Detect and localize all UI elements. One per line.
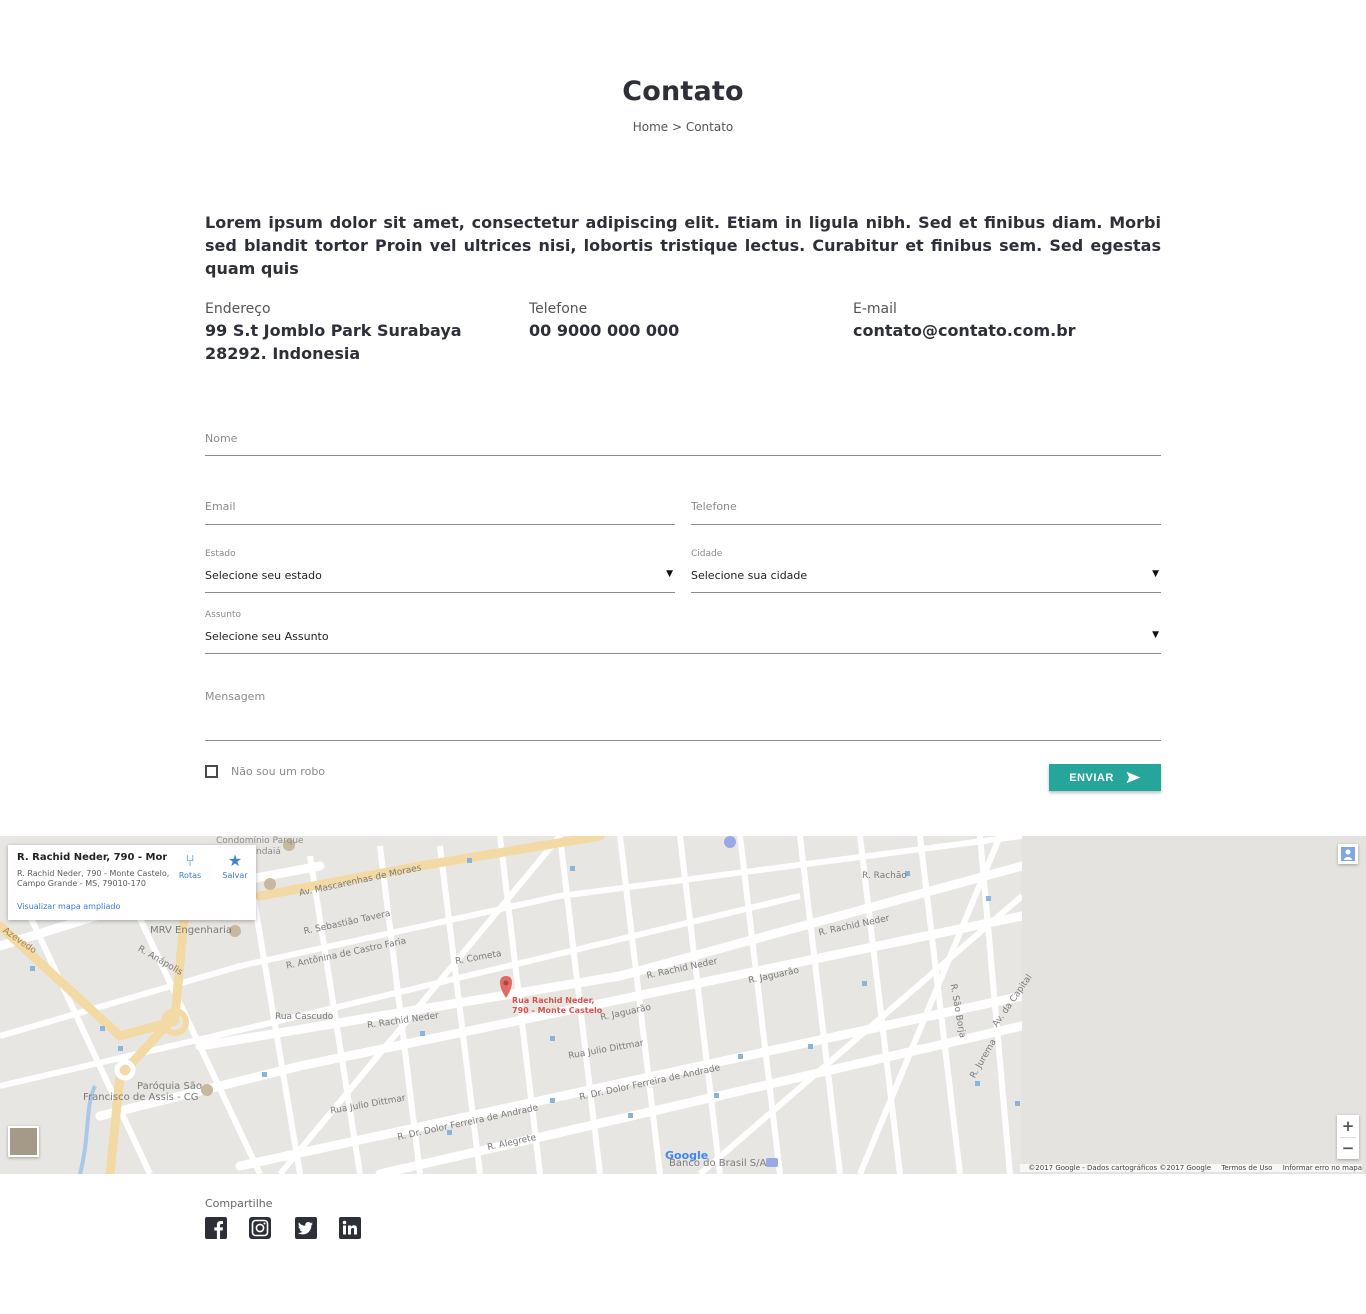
- terms-link[interactable]: Termos de Uso: [1221, 1164, 1272, 1172]
- city-value: Selecione sua cidade: [691, 569, 808, 582]
- state-value: Selecione seu estado: [205, 569, 322, 582]
- directions-icon: ⑂: [185, 851, 195, 870]
- state-select[interactable]: Estado Selecione seu estado ▼: [205, 549, 675, 593]
- map-place-card: R. Rachid Neder, 790 - Monte ... R. Rach…: [8, 845, 256, 920]
- email-placeholder: Email: [205, 500, 236, 513]
- twitter-icon[interactable]: [295, 1217, 317, 1239]
- address-label: Endereço: [205, 301, 271, 317]
- name-placeholder: Nome: [205, 432, 238, 445]
- map-label: Francisco de Assis - CG: [83, 1092, 199, 1103]
- map[interactable]: Condomínio Parque ndaiá Av. Mascarenhas …: [0, 836, 1366, 1174]
- attribution-text: ©2017 Google - Dados cartográficos ©2017…: [1028, 1164, 1212, 1172]
- name-field[interactable]: Nome: [205, 430, 1161, 456]
- map-label: Paróquia São: [137, 1081, 203, 1092]
- phone-placeholder: Telefone: [691, 500, 737, 513]
- satellite-toggle[interactable]: [8, 1126, 39, 1157]
- phone-label: Telefone: [529, 301, 588, 317]
- directions-button[interactable]: ⑂ Rotas: [170, 851, 210, 880]
- pin-label: Rua Rachid Neder, 790 - Monte Castelo: [512, 996, 602, 1016]
- subject-select[interactable]: Assunto Selecione seu Assunto ▼: [205, 610, 1161, 654]
- message-placeholder: Mensagem: [205, 690, 266, 703]
- captcha-checkbox[interactable]: Não sou um robo: [205, 765, 325, 778]
- phone-info: Telefone 00 9000 000 000: [529, 301, 829, 342]
- zoom-divider: [1340, 1137, 1356, 1138]
- map-label: ndaiá: [256, 847, 281, 857]
- page-title: Contato: [622, 76, 744, 107]
- linkedin-icon[interactable]: [339, 1217, 361, 1239]
- phone-field[interactable]: Telefone: [691, 498, 1161, 525]
- map-label: MRV Engenharia: [150, 925, 233, 936]
- map-label: Rua Cascudo: [275, 1012, 334, 1022]
- report-link[interactable]: Informar erro no mapa: [1283, 1164, 1362, 1172]
- share-label: Compartilhe: [205, 1197, 273, 1210]
- view-larger-map-link[interactable]: Visualizar mapa ampliado: [17, 902, 120, 911]
- place-address: R. Rachid Neder, 790 - Monte Castelo, Ca…: [17, 869, 170, 888]
- message-field[interactable]: Mensagem: [205, 688, 1161, 741]
- state-label: Estado: [205, 549, 236, 559]
- map-attribution: ©2017 Google - Dados cartográficos ©2017…: [1020, 1164, 1362, 1172]
- star-icon: ★: [227, 851, 243, 870]
- chevron-down-icon: ▼: [1152, 569, 1159, 579]
- send-label: ENVIAR: [1069, 771, 1114, 784]
- place-title: R. Rachid Neder, 790 - Monte ...: [17, 852, 167, 863]
- save-label: Salvar: [222, 871, 248, 880]
- map-label: R. Rachão: [862, 871, 907, 881]
- subject-label: Assunto: [205, 610, 241, 620]
- pin-label-line: 790 - Monte Castelo: [512, 1006, 603, 1015]
- city-select[interactable]: Cidade Selecione sua cidade ▼: [691, 549, 1161, 593]
- checkbox-icon[interactable]: [205, 765, 218, 778]
- chevron-down-icon: ▼: [1152, 630, 1159, 640]
- pegman-icon[interactable]: [1338, 844, 1358, 864]
- zoom-out-button[interactable]: −: [1337, 1137, 1359, 1159]
- google-logo: Google: [665, 1149, 709, 1162]
- directions-label: Rotas: [178, 871, 202, 880]
- zoom-control: + −: [1337, 1115, 1359, 1159]
- zoom-in-button[interactable]: +: [1337, 1115, 1359, 1137]
- send-icon: [1126, 771, 1141, 784]
- address-info: Endereço 99 S.t Jomblo Park Surabaya 282…: [205, 301, 505, 365]
- email-info: E-mail contato@contato.com.br: [853, 301, 1153, 342]
- email-value: contato@contato.com.br: [853, 321, 1076, 340]
- captcha-label: Não sou um robo: [231, 765, 326, 778]
- city-label: Cidade: [691, 549, 723, 559]
- breadcrumb: Home > Contato: [632, 120, 734, 134]
- chevron-down-icon: ▼: [666, 569, 673, 579]
- address-value: 99 S.t Jomblo Park Surabaya 28292. Indon…: [205, 321, 462, 363]
- save-place-button[interactable]: ★ Salvar: [215, 851, 255, 880]
- send-button[interactable]: ENVIAR: [1049, 764, 1161, 791]
- instagram-icon[interactable]: [249, 1217, 271, 1239]
- phone-value: 00 9000 000 000: [529, 321, 680, 340]
- intro-text: Lorem ipsum dolor sit amet, consectetur …: [205, 213, 1161, 278]
- email-label: E-mail: [853, 301, 897, 317]
- pin-label-line: Rua Rachid Neder,: [512, 996, 595, 1005]
- email-field[interactable]: Email: [205, 498, 675, 525]
- map-unloaded-area: [1022, 836, 1366, 1174]
- subject-value: Selecione seu Assunto: [205, 630, 329, 643]
- facebook-icon[interactable]: [205, 1217, 227, 1239]
